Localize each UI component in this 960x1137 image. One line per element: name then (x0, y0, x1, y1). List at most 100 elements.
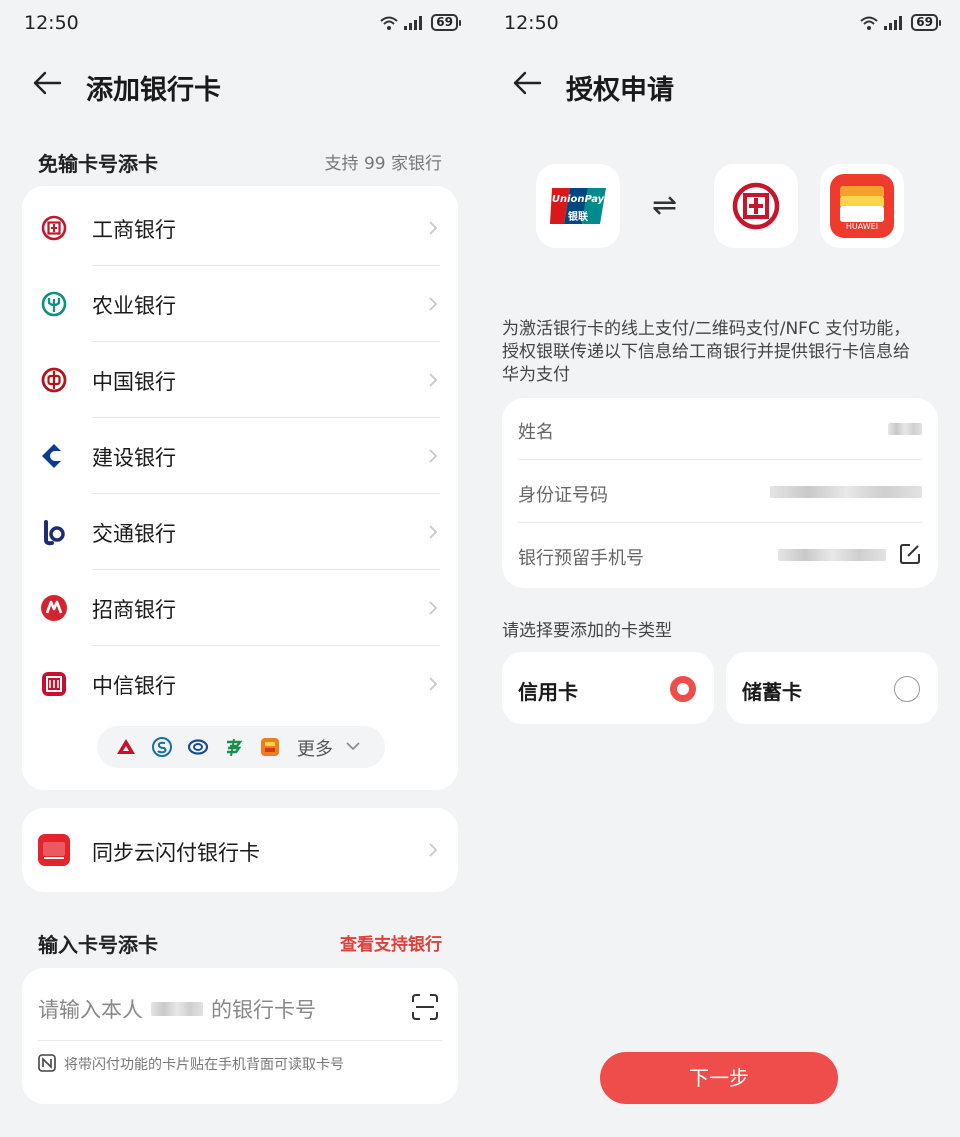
manual-add-section-title: 输入卡号添卡 (38, 933, 158, 957)
signal-icon (884, 15, 903, 30)
bank-name: 招商银行 (92, 598, 176, 622)
bank-row-cmb[interactable]: 招商银行 (22, 570, 458, 646)
abc-icon (41, 291, 67, 317)
cebb-logo-icon (187, 739, 209, 755)
bank-row-ccb[interactable]: 建设银行 (22, 418, 458, 494)
view-supported-banks-link[interactable]: 查看支持银行 (340, 930, 442, 955)
credit-card-radio-selected[interactable] (670, 676, 696, 702)
chevron-right-icon (429, 373, 438, 387)
psbc-logo-icon (227, 738, 243, 757)
bank-name: 建设银行 (92, 446, 176, 470)
huawei-wallet-logo-tile: HUAWEI (820, 164, 904, 248)
icbc-logo-tile (714, 164, 798, 248)
unionpay-logo-text: UnionPay (551, 194, 605, 205)
wifi-icon (860, 16, 878, 30)
unionpay-logo-cn: 银联 (568, 212, 588, 223)
add-bank-card-screen: 12:50 69 添加银行卡 免输卡号添卡 支持 99 家银行 工商银行 农业银… (0, 0, 480, 1137)
edit-icon[interactable] (898, 542, 922, 566)
card-number-input-card: 请输入本人 的银行卡号 将带闪付功能的卡片贴在手机背面可读取卡号 (22, 968, 458, 1104)
status-bar: 12:50 69 (480, 0, 960, 50)
supported-bank-count: 支持 99 家银行 (324, 154, 442, 174)
chevron-right-icon (429, 525, 438, 539)
status-icons: 69 (379, 14, 461, 31)
credit-card-option[interactable]: 信用卡 (502, 652, 714, 724)
ccb-icon (42, 444, 66, 468)
debit-card-radio[interactable] (894, 676, 920, 702)
cmb-icon (41, 595, 67, 621)
bank-name: 中信银行 (92, 674, 176, 698)
authorization-screen: 12:50 69 授权申请 UnionPay 银联 ⇌ HUAWEI 为激活银行… (480, 0, 960, 1137)
divider (38, 1040, 442, 1041)
field-id-number: 身份证号码 (518, 461, 922, 523)
more-label: 更多 (297, 739, 333, 760)
bank-name: 中国银行 (92, 370, 176, 394)
redacted-name (151, 1002, 203, 1016)
chevron-right-icon (429, 601, 438, 615)
chevron-right-icon (429, 297, 438, 311)
bank-row-bocom[interactable]: 交通银行 (22, 494, 458, 570)
more-banks-button[interactable]: 更多 (97, 726, 385, 768)
status-bar: 12:50 69 (0, 0, 480, 50)
status-time: 12:50 (504, 12, 559, 34)
sync-unionpay-label: 同步云闪付银行卡 (92, 841, 260, 865)
signal-icon (404, 15, 423, 30)
bank-name: 工商银行 (92, 218, 176, 242)
citic-icon (42, 672, 66, 696)
bank-row-icbc[interactable]: 工商银行 (22, 190, 458, 266)
input-suffix: 的银行卡号 (211, 998, 316, 1022)
bank-row-citic[interactable]: 中信银行 (22, 646, 458, 722)
unionpay-logo-tile: UnionPay 银联 (536, 164, 620, 248)
bank-row-boc[interactable]: 中国银行 (22, 342, 458, 418)
credit-card-label: 信用卡 (518, 680, 578, 704)
redacted-id-value (770, 486, 922, 498)
card-number-input[interactable]: 请输入本人 的银行卡号 (38, 994, 316, 1024)
icbc-logo-icon (732, 182, 780, 230)
input-prefix: 请输入本人 (38, 998, 143, 1022)
field-label-name: 姓名 (518, 422, 554, 443)
bank-list-card: 工商银行 农业银行 中国银行 建设银行 交通银行 招商银行 中信银行 更多 (22, 186, 458, 790)
chevron-right-icon (429, 843, 438, 857)
divider (518, 459, 922, 460)
hxb-logo-icon (261, 738, 279, 756)
field-label-id: 身份证号码 (518, 485, 608, 506)
bank-row-abc[interactable]: 农业银行 (22, 266, 458, 342)
scan-icon[interactable] (410, 992, 440, 1022)
sync-unionpay-card[interactable]: 同步云闪付银行卡 (22, 808, 458, 892)
huawei-logo-text: HUAWEI (845, 222, 879, 231)
swap-arrows-icon: ⇌ (652, 188, 678, 223)
nfc-hint: 将带闪付功能的卡片贴在手机背面可读取卡号 (64, 1057, 344, 1073)
back-arrow-icon[interactable] (32, 68, 62, 98)
title-bar: 添加银行卡 (0, 62, 480, 108)
status-icons: 69 (859, 14, 941, 31)
divider (518, 522, 922, 523)
nfc-icon (38, 1054, 56, 1072)
debit-card-option[interactable]: 储蓄卡 (726, 652, 938, 724)
icbc-icon (41, 215, 67, 241)
title-bar: 授权申请 (480, 62, 960, 108)
field-phone: 银行预留手机号 (518, 524, 922, 586)
status-time: 12:50 (24, 12, 79, 34)
quick-add-section-title: 免输卡号添卡 (38, 152, 158, 176)
next-button[interactable]: 下一步 (600, 1052, 838, 1104)
chevron-right-icon (429, 677, 438, 691)
page-title: 授权申请 (566, 75, 674, 106)
user-info-card: 姓名 身份证号码 银行预留手机号 (502, 398, 938, 588)
bank-name: 农业银行 (92, 294, 176, 318)
field-name: 姓名 (518, 398, 922, 460)
bocom-icon (44, 520, 65, 546)
chevron-down-icon (346, 742, 360, 751)
unionpay-app-icon (38, 834, 70, 866)
battery-icon: 69 (911, 14, 941, 31)
cib-logo-icon (117, 739, 135, 754)
redacted-name-value (888, 423, 922, 435)
bank-name: 交通银行 (92, 522, 176, 546)
boc-icon (41, 367, 67, 393)
page-title: 添加银行卡 (86, 75, 221, 106)
debit-card-label: 储蓄卡 (742, 680, 802, 704)
back-arrow-icon[interactable] (512, 68, 542, 98)
chevron-right-icon (429, 449, 438, 463)
chevron-right-icon (429, 221, 438, 235)
authorization-info: 为激活银行卡的线上支付/二维码支付/NFC 支付功能，授权银联传递以下信息给工商… (502, 319, 911, 385)
card-type-title: 请选择要添加的卡类型 (502, 621, 672, 641)
redacted-phone-value (778, 549, 886, 561)
